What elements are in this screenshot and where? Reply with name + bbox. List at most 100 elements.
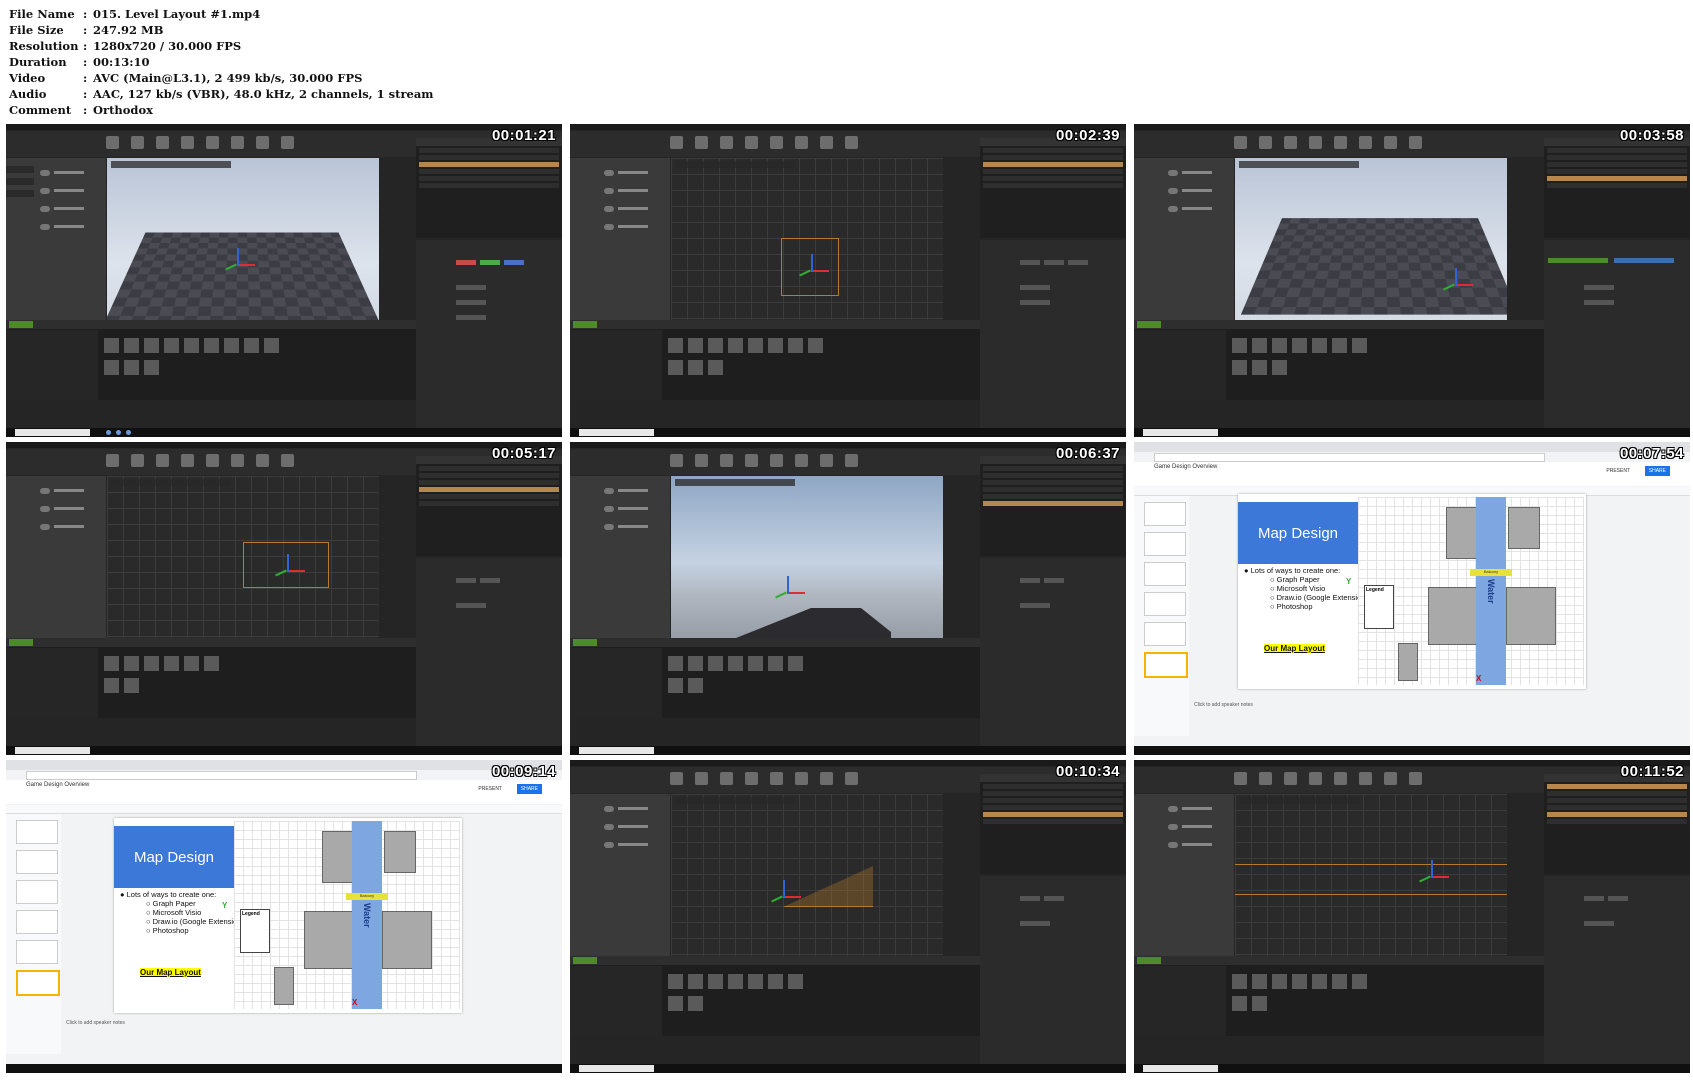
play-icon[interactable] — [1409, 772, 1422, 785]
asset-thumbnail[interactable] — [264, 338, 279, 353]
slide-thumbnail[interactable] — [16, 850, 58, 874]
taskbar-search[interactable] — [15, 747, 90, 754]
actor-icon[interactable] — [604, 188, 614, 194]
slide-thumbnail[interactable] — [16, 910, 58, 934]
taskbar-search[interactable] — [1143, 1065, 1218, 1072]
transform-gizmo-icon[interactable] — [287, 554, 289, 572]
thumbnail-4[interactable]: 00:05:17 — [6, 442, 562, 755]
folder-tree[interactable] — [6, 330, 98, 400]
source-control-icon[interactable] — [131, 136, 144, 149]
slide-title[interactable]: Map Design — [1238, 502, 1358, 564]
asset-thumbnail[interactable] — [104, 338, 119, 353]
thumbnail-8[interactable]: 00:10:34 — [570, 760, 1126, 1073]
speaker-notes[interactable]: Click to add speaker notes — [1194, 702, 1253, 708]
actor-icon[interactable] — [40, 170, 50, 176]
brush-outline[interactable] — [781, 238, 839, 296]
modes-tab[interactable] — [6, 190, 34, 197]
map-layout-link[interactable]: Our Map Layout — [1264, 644, 1325, 653]
slide-canvas[interactable]: Map Design ● Lots of ways to create one:… — [1238, 494, 1586, 689]
transform-gizmo-icon[interactable] — [787, 576, 789, 594]
blueprints-icon[interactable] — [231, 136, 244, 149]
add-new-button[interactable] — [1137, 321, 1161, 328]
actor-icon[interactable] — [40, 206, 50, 212]
thumbnail-2[interactable]: 00:02:39 — [570, 124, 1126, 437]
play-icon[interactable] — [281, 454, 294, 467]
add-new-button[interactable] — [1137, 957, 1161, 964]
viewport-toolbar[interactable] — [675, 161, 795, 168]
settings-icon[interactable] — [206, 136, 219, 149]
address-bar[interactable] — [26, 771, 417, 780]
taskbar-search[interactable] — [579, 429, 654, 436]
doc-title[interactable]: Game Design Overview — [26, 782, 89, 788]
modes-tab[interactable] — [6, 178, 34, 185]
speaker-notes[interactable]: Click to add speaker notes — [66, 1020, 125, 1026]
actor-icon[interactable] — [40, 224, 50, 230]
thumbnail-5[interactable]: 00:06:37 — [570, 442, 1126, 755]
viewport-toolbar[interactable] — [675, 479, 795, 486]
slide-thumbnail[interactable] — [1144, 562, 1186, 586]
asset-thumbnail[interactable] — [124, 338, 139, 353]
asset-thumbnail[interactable] — [124, 360, 139, 375]
transform-gizmo-icon[interactable] — [1455, 268, 1457, 286]
slide-thumbnail[interactable] — [1144, 532, 1186, 556]
viewport-toolbar[interactable] — [111, 161, 231, 168]
transform-gizmo-icon[interactable] — [811, 254, 813, 272]
transform-gizmo-icon[interactable] — [1431, 860, 1433, 878]
asset-thumbnail[interactable] — [244, 338, 259, 353]
asset-thumbnail[interactable] — [224, 338, 239, 353]
slide-thumbnail[interactable] — [16, 880, 58, 904]
map-layout-link[interactable]: Our Map Layout — [140, 968, 201, 977]
play-icon[interactable] — [845, 136, 858, 149]
actor-icon[interactable] — [604, 170, 614, 176]
play-icon[interactable] — [1409, 136, 1422, 149]
viewport-toolbar[interactable] — [1239, 797, 1359, 804]
address-bar[interactable] — [1154, 453, 1545, 462]
save-icon[interactable] — [106, 136, 119, 149]
add-new-button[interactable] — [573, 321, 597, 328]
slide-thumbnail[interactable] — [16, 940, 58, 964]
folder-tree[interactable] — [1134, 966, 1226, 1036]
settings-icon[interactable] — [770, 136, 783, 149]
folder-tree[interactable] — [6, 648, 98, 718]
actor-icon[interactable] — [604, 206, 614, 212]
modes-tab[interactable] — [6, 166, 34, 173]
present-button[interactable]: PRESENT — [1606, 468, 1630, 474]
asset-thumbnail[interactable] — [144, 338, 159, 353]
thumbnail-6[interactable]: Game Design Overview PRESENT SHARE Map D… — [1134, 442, 1690, 755]
marketplace-icon[interactable] — [745, 136, 758, 149]
source-control-icon[interactable] — [695, 136, 708, 149]
folder-tree[interactable] — [1134, 330, 1226, 400]
slide-thumbnail[interactable] — [1144, 652, 1188, 678]
content-icon[interactable] — [156, 136, 169, 149]
brush-outline[interactable] — [243, 542, 329, 588]
actor-icon[interactable] — [40, 188, 50, 194]
add-new-button[interactable] — [9, 639, 33, 646]
viewport-toolbar[interactable] — [1239, 161, 1359, 168]
play-icon[interactable] — [845, 772, 858, 785]
share-button[interactable]: SHARE — [517, 784, 542, 794]
content-icon[interactable] — [720, 136, 733, 149]
folder-tree[interactable] — [570, 648, 662, 718]
transform-gizmo-icon[interactable] — [237, 248, 239, 266]
viewport-toolbar[interactable] — [675, 797, 795, 804]
slide-canvas[interactable]: Map Design ● Lots of ways to create one:… — [114, 818, 462, 1013]
marketplace-icon[interactable] — [181, 136, 194, 149]
doc-title[interactable]: Game Design Overview — [1154, 464, 1217, 470]
slide-thumbnail[interactable] — [16, 820, 58, 844]
blueprints-icon[interactable] — [795, 136, 808, 149]
folder-tree[interactable] — [570, 330, 662, 400]
slide-thumbnail[interactable] — [1144, 592, 1186, 616]
taskbar-search[interactable] — [579, 747, 654, 754]
build-icon[interactable] — [256, 136, 269, 149]
asset-thumbnail[interactable] — [184, 338, 199, 353]
actor-icon[interactable] — [604, 224, 614, 230]
viewport-toolbar[interactable] — [111, 479, 231, 486]
add-new-button[interactable] — [573, 957, 597, 964]
thumbnail-3[interactable]: 00:03:58 — [1134, 124, 1690, 437]
taskbar-search[interactable] — [1143, 429, 1218, 436]
asset-thumbnail[interactable] — [164, 338, 179, 353]
thumbnail-9[interactable]: 00:11:52 — [1134, 760, 1690, 1073]
slide-thumbnail[interactable] — [1144, 622, 1186, 646]
slide-title[interactable]: Map Design — [114, 826, 234, 888]
add-new-button[interactable] — [9, 321, 33, 328]
